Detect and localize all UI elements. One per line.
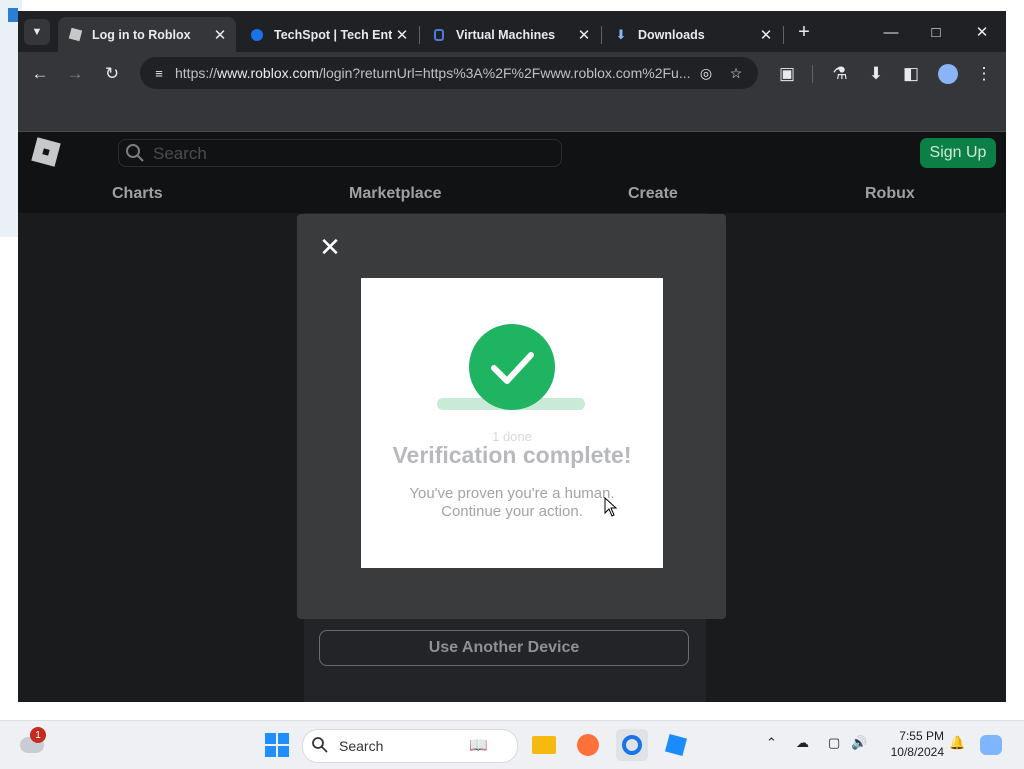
desktop-edge-right	[1006, 0, 1024, 237]
reload-button[interactable]: ↻	[99, 61, 125, 87]
clock-time: 7:55 PM	[899, 729, 944, 743]
tab-separator	[783, 26, 784, 44]
eye-off-icon[interactable]: ◎	[695, 62, 717, 84]
roblox-favicon	[68, 27, 82, 42]
captcha-frame: 1 done Verification complete! You've pro…	[361, 278, 663, 568]
tab-title: Downloads	[638, 27, 705, 42]
tab-strip: ▼ Log in to Roblox ✕ TechSpot | Tech Ent…	[18, 11, 1006, 52]
mouse-cursor-icon	[604, 497, 618, 517]
tab-separator	[601, 26, 602, 44]
tab-close-icon[interactable]: ✕	[756, 26, 776, 44]
chrome-icon[interactable]	[616, 729, 648, 761]
volume-icon[interactable]: 🔊	[851, 735, 867, 751]
bookmarks-bar	[18, 94, 1006, 132]
menu-kebab-icon[interactable]: ⋮	[971, 61, 997, 87]
network-icon[interactable]: ▢	[828, 735, 840, 751]
site-info-icon[interactable]: ≡	[148, 62, 170, 84]
tab-title: Virtual Machines	[456, 27, 556, 42]
tab-virtual-machines[interactable]: Virtual Machines ✕	[422, 17, 600, 52]
roblox-studio-icon[interactable]	[660, 729, 692, 761]
use-another-device-button[interactable]: Use Another Device	[319, 630, 689, 666]
tab-close-icon[interactable]: ✕	[392, 26, 412, 44]
clock-date: 10/8/2024	[890, 745, 944, 759]
notification-badge: 1	[30, 727, 46, 743]
roblox-search-input[interactable]: Search	[118, 139, 562, 167]
download-progress-icon[interactable]: ⬇	[863, 61, 889, 87]
search-placeholder: Search	[153, 144, 207, 163]
browser-toolbar: ← → ↻ ≡ https://www.roblox.com/login?ret…	[18, 52, 1006, 94]
tab-title: TechSpot | Tech Ent	[274, 27, 392, 42]
url-domain: www.roblox.com	[217, 65, 319, 81]
minimize-button[interactable]: —	[873, 19, 909, 45]
tab-roblox-login[interactable]: Log in to Roblox ✕	[58, 17, 236, 52]
checkmark-icon	[469, 324, 555, 410]
nav-marketplace[interactable]: Marketplace	[349, 185, 442, 203]
download-icon: ⬇	[615, 26, 627, 42]
nav-charts[interactable]: Charts	[112, 185, 163, 203]
maximize-button[interactable]: □	[918, 19, 954, 45]
notification-bell-icon[interactable]: 🔔	[949, 735, 965, 751]
url-path: /login?returnUrl=https%3A%2F%2Fwww.roblo…	[318, 65, 690, 81]
tab-title: Log in to Roblox	[92, 27, 191, 42]
captcha-title: Verification complete!	[392, 442, 632, 468]
onedrive-off-icon[interactable]: ☁	[796, 735, 809, 751]
copilot-icon[interactable]	[980, 735, 1002, 755]
captcha-modal: ✕ 1 done Verification complete! You've p…	[297, 214, 726, 619]
taskbar-clock[interactable]: 7:55 PM 10/8/2024	[880, 728, 944, 760]
labs-flask-icon[interactable]: ⚗	[827, 61, 853, 87]
profile-avatar-icon[interactable]	[935, 61, 961, 87]
roblox-page: Search Sign Up Charts Marketplace Create…	[18, 132, 1006, 702]
tab-close-icon[interactable]: ✕	[210, 26, 230, 44]
url-text[interactable]: https://www.roblox.com/login?returnUrl=h…	[175, 65, 690, 81]
file-explorer-icon[interactable]	[528, 729, 560, 761]
browser-window: ▼ Log in to Roblox ✕ TechSpot | Tech Ent…	[18, 11, 1006, 702]
nav-create[interactable]: Create	[628, 185, 678, 203]
tab-separator	[419, 26, 420, 44]
back-button[interactable]: ←	[27, 61, 53, 87]
taskbar-search-label: Search	[339, 738, 384, 754]
close-icon[interactable]: ✕	[317, 232, 343, 262]
nav-robux[interactable]: Robux	[865, 185, 915, 203]
tab-search-button[interactable]: ▼	[24, 19, 50, 45]
search-highlight-icon: 📖	[469, 737, 488, 754]
address-bar[interactable]: ≡ https://www.roblox.com/login?returnUrl…	[140, 57, 758, 89]
toolbar-divider	[812, 65, 813, 83]
close-window-button[interactable]: ✕	[964, 19, 1000, 45]
windows-start-icon[interactable]	[265, 733, 289, 757]
url-prefix: https://	[175, 65, 218, 81]
roblox-logo-icon[interactable]	[31, 137, 61, 167]
techspot-favicon	[250, 28, 264, 42]
firefox-icon[interactable]	[572, 729, 604, 761]
tray-overflow-icon[interactable]: ⌃	[766, 735, 777, 751]
taskbar-search-box[interactable]: Search 📖	[302, 729, 518, 763]
side-panel-icon[interactable]: ◧	[898, 61, 924, 87]
bookmark-star-icon[interactable]: ☆	[725, 62, 747, 84]
tab-techspot[interactable]: TechSpot | Tech Ent ✕	[240, 17, 418, 52]
forward-button[interactable]: →	[62, 61, 88, 87]
roblox-header: Search Sign Up Charts Marketplace Create…	[18, 132, 1006, 213]
tab-downloads[interactable]: ⬇ Downloads ✕	[604, 17, 782, 52]
tab-close-icon[interactable]: ✕	[574, 26, 594, 44]
signup-button[interactable]: Sign Up	[920, 138, 996, 168]
taskbar: 1 Search 📖 ⌃ ☁ ▢ 🔊 7:55 PM 10/8/2024 🔔	[0, 720, 1024, 769]
extensions-icon[interactable]: ▣	[774, 61, 800, 87]
new-tab-button[interactable]: +	[791, 19, 817, 45]
desktop-app-icon	[8, 8, 18, 22]
search-icon	[126, 144, 144, 162]
search-icon	[312, 737, 328, 753]
hyperv-favicon	[432, 28, 446, 42]
